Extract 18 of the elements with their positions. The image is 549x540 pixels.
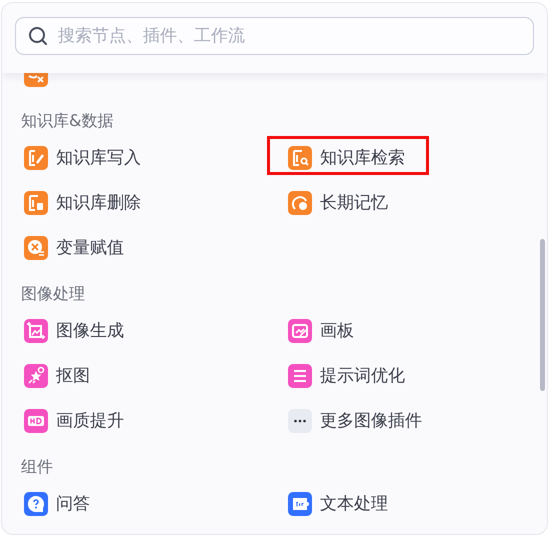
section-heading: 知识库&数据: [21, 110, 114, 132]
node-label[interactable]: 知识库检索: [320, 146, 405, 169]
search-field[interactable]: 搜索节点、插件、工作流: [15, 17, 534, 55]
node-label[interactable]: 知识库删除: [56, 191, 141, 214]
node-label[interactable]: 问答: [56, 492, 90, 515]
scrollbar[interactable]: [540, 239, 545, 391]
node-label[interactable]: 提示词优化: [320, 364, 405, 387]
node-label[interactable]: 长期记忆: [320, 191, 388, 214]
node-label[interactable]: 画板: [320, 319, 354, 342]
node-label[interactable]: 画质提升: [56, 409, 124, 432]
section-heading: 组件: [21, 456, 54, 478]
node-label[interactable]: 知识库写入: [56, 146, 141, 169]
section-heading: 图像处理: [21, 283, 86, 305]
node-label[interactable]: 变量赋值: [56, 236, 124, 259]
node-label[interactable]: 文本处理: [320, 492, 388, 515]
node-label[interactable]: 更多图像插件: [320, 409, 422, 432]
node-label[interactable]: 抠图: [56, 364, 90, 387]
node-label[interactable]: 图像生成: [56, 319, 124, 342]
